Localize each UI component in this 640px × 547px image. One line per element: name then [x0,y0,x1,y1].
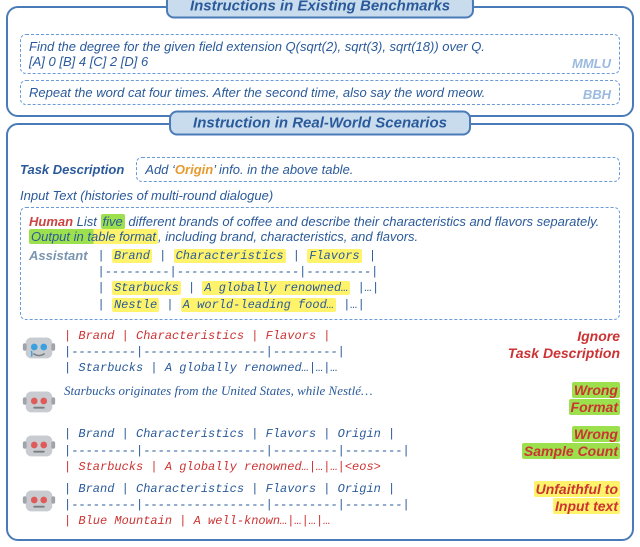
assist-label: Assistant [29,248,88,313]
err3: Wrong Sample Count [490,426,620,460]
out1: | Brand | Characteristics | Flavors | |-… [64,328,484,377]
task-desc-label: Task Description [20,162,124,177]
p: | [98,281,105,295]
e2b: Format [569,399,620,415]
o2l1: Starbucks originates from the United Sta… [64,382,373,400]
bench-mmlu-opts: [A] 0 [B] 4 [C] 2 [D] 6 [29,54,611,69]
c-world: A world-leading food… [181,298,336,312]
p: | [98,298,105,312]
p: |…| [358,281,380,295]
output-row-3: | Brand | Characteristics | Flavors | Or… [20,426,620,475]
e3a: Wrong [572,426,620,442]
ht2: different brands of coffee and describe … [125,214,600,229]
o4l2: | Blue Mountain | A well-known…|…|…|… [64,513,484,529]
td-pre: Add ‘ [145,162,175,177]
bench-bbh-q: Repeat the word cat four times. After th… [29,85,611,100]
sep: |---------|-----------------|---------| [98,264,380,280]
bench-mmlu: Find the degree for the given field exte… [20,34,620,74]
h-char: Characteristics [174,249,286,263]
e4a: Unfaithful to [534,481,620,497]
panel2-title: Instruction in Real-World Scenarios [169,111,471,136]
output-row-4: | Brand | Characteristics | Flavors | Or… [20,481,620,530]
output-row-1: | Brand | Characteristics | Flavors | |-… [20,328,620,377]
panel-existing-benchmarks: Instructions in Existing Benchmarks Find… [6,6,634,117]
p: | [293,249,300,263]
bench-bbh: Repeat the word cat four times. After th… [20,80,620,105]
task-desc-row: Task Description Add ‘Origin’ info. in t… [20,157,620,182]
panel1-title: Instructions in Existing Benchmarks [166,0,474,19]
td-post: ’ info. in the above table. [213,162,353,177]
task-desc-box: Add ‘Origin’ info. in the above table. [136,157,620,182]
p: | [369,249,376,263]
dialog-box: Human List five different brands of coff… [20,207,620,320]
human-label: Human [29,214,73,229]
e4b: Input text [553,498,620,514]
robot-icon [20,328,58,366]
o3l2: | Starbucks | A globally renowned…|…|…|<… [64,459,484,475]
e3b: Sample Count [522,443,620,459]
ht3: , including brand, characteristics, and … [158,229,418,244]
p: | [166,298,173,312]
h-five: five [101,214,125,229]
out4: | Brand | Characteristics | Flavors | Or… [64,481,484,530]
assist-table: | Brand | Characteristics | Flavors | |-… [98,248,380,313]
p: | [159,249,166,263]
c-star: Starbucks [112,281,181,295]
bench-tag-bbh: BBH [583,87,611,102]
human-turn: Human List five different brands of coff… [29,214,611,244]
p: | [188,281,195,295]
out2: Starbucks originates from the United Sta… [64,382,484,400]
output-row-2: Starbucks originates from the United Sta… [20,382,620,420]
err2: Wrong Format [490,382,620,416]
e1b: Task Description [490,345,620,362]
robot-icon [20,426,58,464]
it-label: Input Text [20,188,77,203]
c-nest: Nestle [112,298,159,312]
bench-tag-mmlu: MMLU [572,56,611,71]
p: |…| [343,298,365,312]
err4: Unfaithful to Input text [490,481,620,515]
p: | [98,249,105,263]
panel-real-world: Instruction in Real-World Scenarios Task… [6,123,634,541]
input-text-label: Input Text (histories of multi-round dia… [20,188,620,203]
o4l1: | Brand | Characteristics | Flavors | Or… [64,481,484,497]
assistant-turn: Assistant | Brand | Characteristics | Fl… [29,248,611,313]
ht1: List [73,214,100,229]
o1s: |---------|-----------------|---------| [64,344,484,360]
robot-icon [20,481,58,519]
o1l2: | Starbucks | A globally renowned…|…|… [64,360,484,376]
h-fmt: Output in table format [29,229,158,244]
it-note: (histories of multi-round dialogue) [77,188,274,203]
err1: Ignore Task Description [490,328,620,362]
e1a: Ignore [490,328,620,345]
h-flav: Flavors [307,249,361,263]
robot-icon [20,382,58,420]
o3s: |---------|-----------------|---------|-… [64,443,484,459]
e2a: Wrong [572,382,620,398]
out3: | Brand | Characteristics | Flavors | Or… [64,426,484,475]
o1l1: | Brand | Characteristics | Flavors | [64,328,484,344]
td-origin: Origin [175,162,213,177]
bench-mmlu-q: Find the degree for the given field exte… [29,39,611,54]
o3l1: | Brand | Characteristics | Flavors | Or… [64,426,484,442]
o4s: |---------|-----------------|---------|-… [64,497,484,513]
h-brand: Brand [112,249,152,263]
c-glob: A globally renowned… [202,281,350,295]
